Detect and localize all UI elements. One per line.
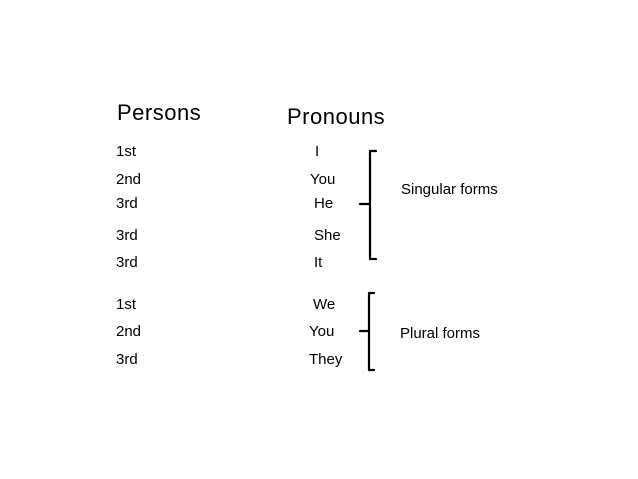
plural-forms-label: Plural forms <box>400 325 481 342</box>
singular-pronoun-2: You <box>310 171 336 188</box>
singular-person-4: 3rd <box>116 227 138 244</box>
plural-pronoun-1: We <box>313 296 336 313</box>
singular-pronoun-1: I <box>315 143 320 160</box>
pronouns-header: Pronouns <box>287 104 386 129</box>
plural-person-2: 2nd <box>116 323 142 340</box>
persons-header: Persons <box>117 100 202 125</box>
plural-person-3: 3rd <box>116 351 138 368</box>
plural-pronoun-3: They <box>309 351 343 368</box>
singular-pronoun-5: It <box>314 254 323 271</box>
singular-person-3: 3rd <box>116 195 138 212</box>
singular-pronoun-3: He <box>314 195 334 212</box>
plural-brace <box>358 291 376 372</box>
singular-person-2: 2nd <box>116 171 142 188</box>
singular-pronoun-4: She <box>314 227 341 244</box>
plural-pronoun-2: You <box>309 323 335 340</box>
singular-person-1: 1st <box>116 143 137 160</box>
singular-forms-label: Singular forms <box>401 181 498 198</box>
singular-person-5: 3rd <box>116 254 138 271</box>
slide: Persons Pronouns 1st I 2nd You 3rd He 3r… <box>0 0 638 479</box>
plural-person-1: 1st <box>116 296 137 313</box>
singular-brace <box>358 149 378 261</box>
